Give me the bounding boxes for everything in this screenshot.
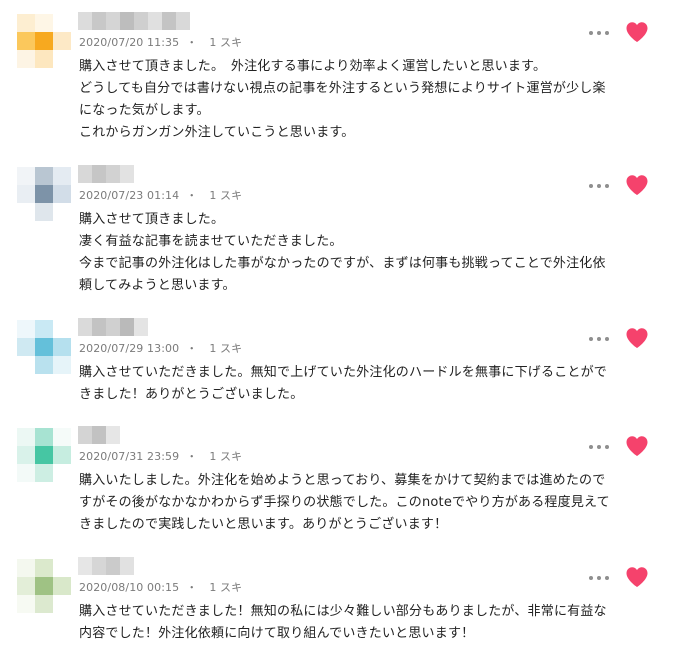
comment-line: 購入させていただきました！無知の私には少々難しい部分もありましたが、非常に有益な: [79, 604, 607, 619]
comment-line: 頼してみようと思います。: [79, 278, 236, 293]
heart-icon[interactable]: [625, 435, 649, 457]
comment-meta: 2020/07/31 23:59 ・ 1 スキ: [79, 448, 242, 464]
comment-body: 購入させていただきました！無知の私には少々難しい部分もありましたが、非常に有益な…: [79, 601, 654, 645]
meta-separator: ・: [186, 450, 198, 463]
meta-separator: ・: [186, 342, 198, 355]
avatar[interactable]: [17, 559, 71, 613]
more-dots-icon[interactable]: [589, 181, 609, 191]
comment-meta: 2020/07/20 11:35 ・ 1 スキ: [79, 34, 242, 50]
avatar[interactable]: [17, 14, 71, 68]
avatar[interactable]: [17, 167, 71, 221]
more-dots-icon[interactable]: [589, 28, 609, 38]
comment-body: 購入させていただきました。無知で上げていた外注化のハードルを無事に下げることがで…: [79, 362, 654, 406]
comment-line: 内容でした！外注化依頼に向けて取り組んでいきたいと思います！: [79, 626, 475, 641]
comment-line: これからガンガン外注していこうと思います。: [79, 125, 355, 140]
meta-separator: ・: [186, 36, 198, 49]
user-name-blurred[interactable]: [78, 12, 190, 30]
heart-icon[interactable]: [625, 174, 649, 196]
user-name-blurred[interactable]: [78, 318, 148, 336]
comment-line: どうしても自分では書けない視点の記事を外注するという発想によりサイト運営が少し楽: [79, 81, 606, 96]
heart-icon[interactable]: [625, 566, 649, 588]
comment-date: 2020/08/10 00:15: [79, 581, 180, 594]
comment-line: きましたので実践したいと思います。ありがとうございます！: [79, 517, 448, 532]
comment-line: になった気がします。: [79, 103, 210, 118]
like-count[interactable]: 1 スキ: [209, 450, 242, 463]
more-dots-icon[interactable]: [589, 334, 609, 344]
user-name-blurred[interactable]: [78, 165, 134, 183]
heart-icon[interactable]: [625, 327, 649, 349]
more-dots-icon[interactable]: [589, 573, 609, 583]
comment-date: 2020/07/20 11:35: [79, 36, 180, 49]
like-count[interactable]: 1 スキ: [209, 342, 242, 355]
comment-line: 購入させて頂きました。: [79, 212, 225, 227]
user-name-blurred[interactable]: [78, 426, 120, 444]
avatar[interactable]: [17, 320, 71, 374]
comment-meta: 2020/07/23 01:14 ・ 1 スキ: [79, 187, 242, 203]
comment-line: 今まで記事の外注化はした事がなかったのですが、まずは何事も挑戦ってことで外注化依: [79, 256, 606, 271]
like-count[interactable]: 1 スキ: [209, 581, 242, 594]
comment-date: 2020/07/31 23:59: [79, 450, 180, 463]
comment-line: 凄く有益な記事を読ませていただきました。: [79, 234, 343, 249]
like-count[interactable]: 1 スキ: [209, 36, 242, 49]
meta-separator: ・: [186, 581, 198, 594]
meta-separator: ・: [186, 189, 198, 202]
comment-line: すがその後がなかなかわからず手探りの状態でした。このnoteでやり方がある程度見…: [79, 495, 610, 510]
comment-body: 購入いたしました。外注化を始めようと思っており、募集をかけて契約までは進めたので…: [79, 470, 654, 536]
like-count[interactable]: 1 スキ: [209, 189, 242, 202]
comment-date: 2020/07/29 13:00: [79, 342, 180, 355]
comment-date: 2020/07/23 01:14: [79, 189, 180, 202]
comment-meta: 2020/07/29 13:00 ・ 1 スキ: [79, 340, 242, 356]
comment-line: 購入いたしました。外注化を始めようと思っており、募集をかけて契約までは進めたので: [79, 473, 606, 488]
heart-icon[interactable]: [625, 21, 649, 43]
comment-body: 購入させて頂きました。凄く有益な記事を読ませていただきました。今まで記事の外注化…: [79, 209, 654, 297]
avatar[interactable]: [17, 428, 71, 482]
user-name-blurred[interactable]: [78, 557, 134, 575]
comment-line: 購入させていただきました。無知で上げていた外注化のハードルを無事に下げることがで: [79, 365, 608, 380]
comment-line: きました！ありがとうございました。: [79, 387, 304, 402]
more-dots-icon[interactable]: [589, 442, 609, 452]
comment-line: 購入させて頂きました。 外注化する事により効率よく運営したいと思います。: [79, 59, 547, 74]
comment-body: 購入させて頂きました。 外注化する事により効率よく運営したいと思います。どうして…: [79, 56, 654, 144]
comment-meta: 2020/08/10 00:15 ・ 1 スキ: [79, 579, 242, 595]
